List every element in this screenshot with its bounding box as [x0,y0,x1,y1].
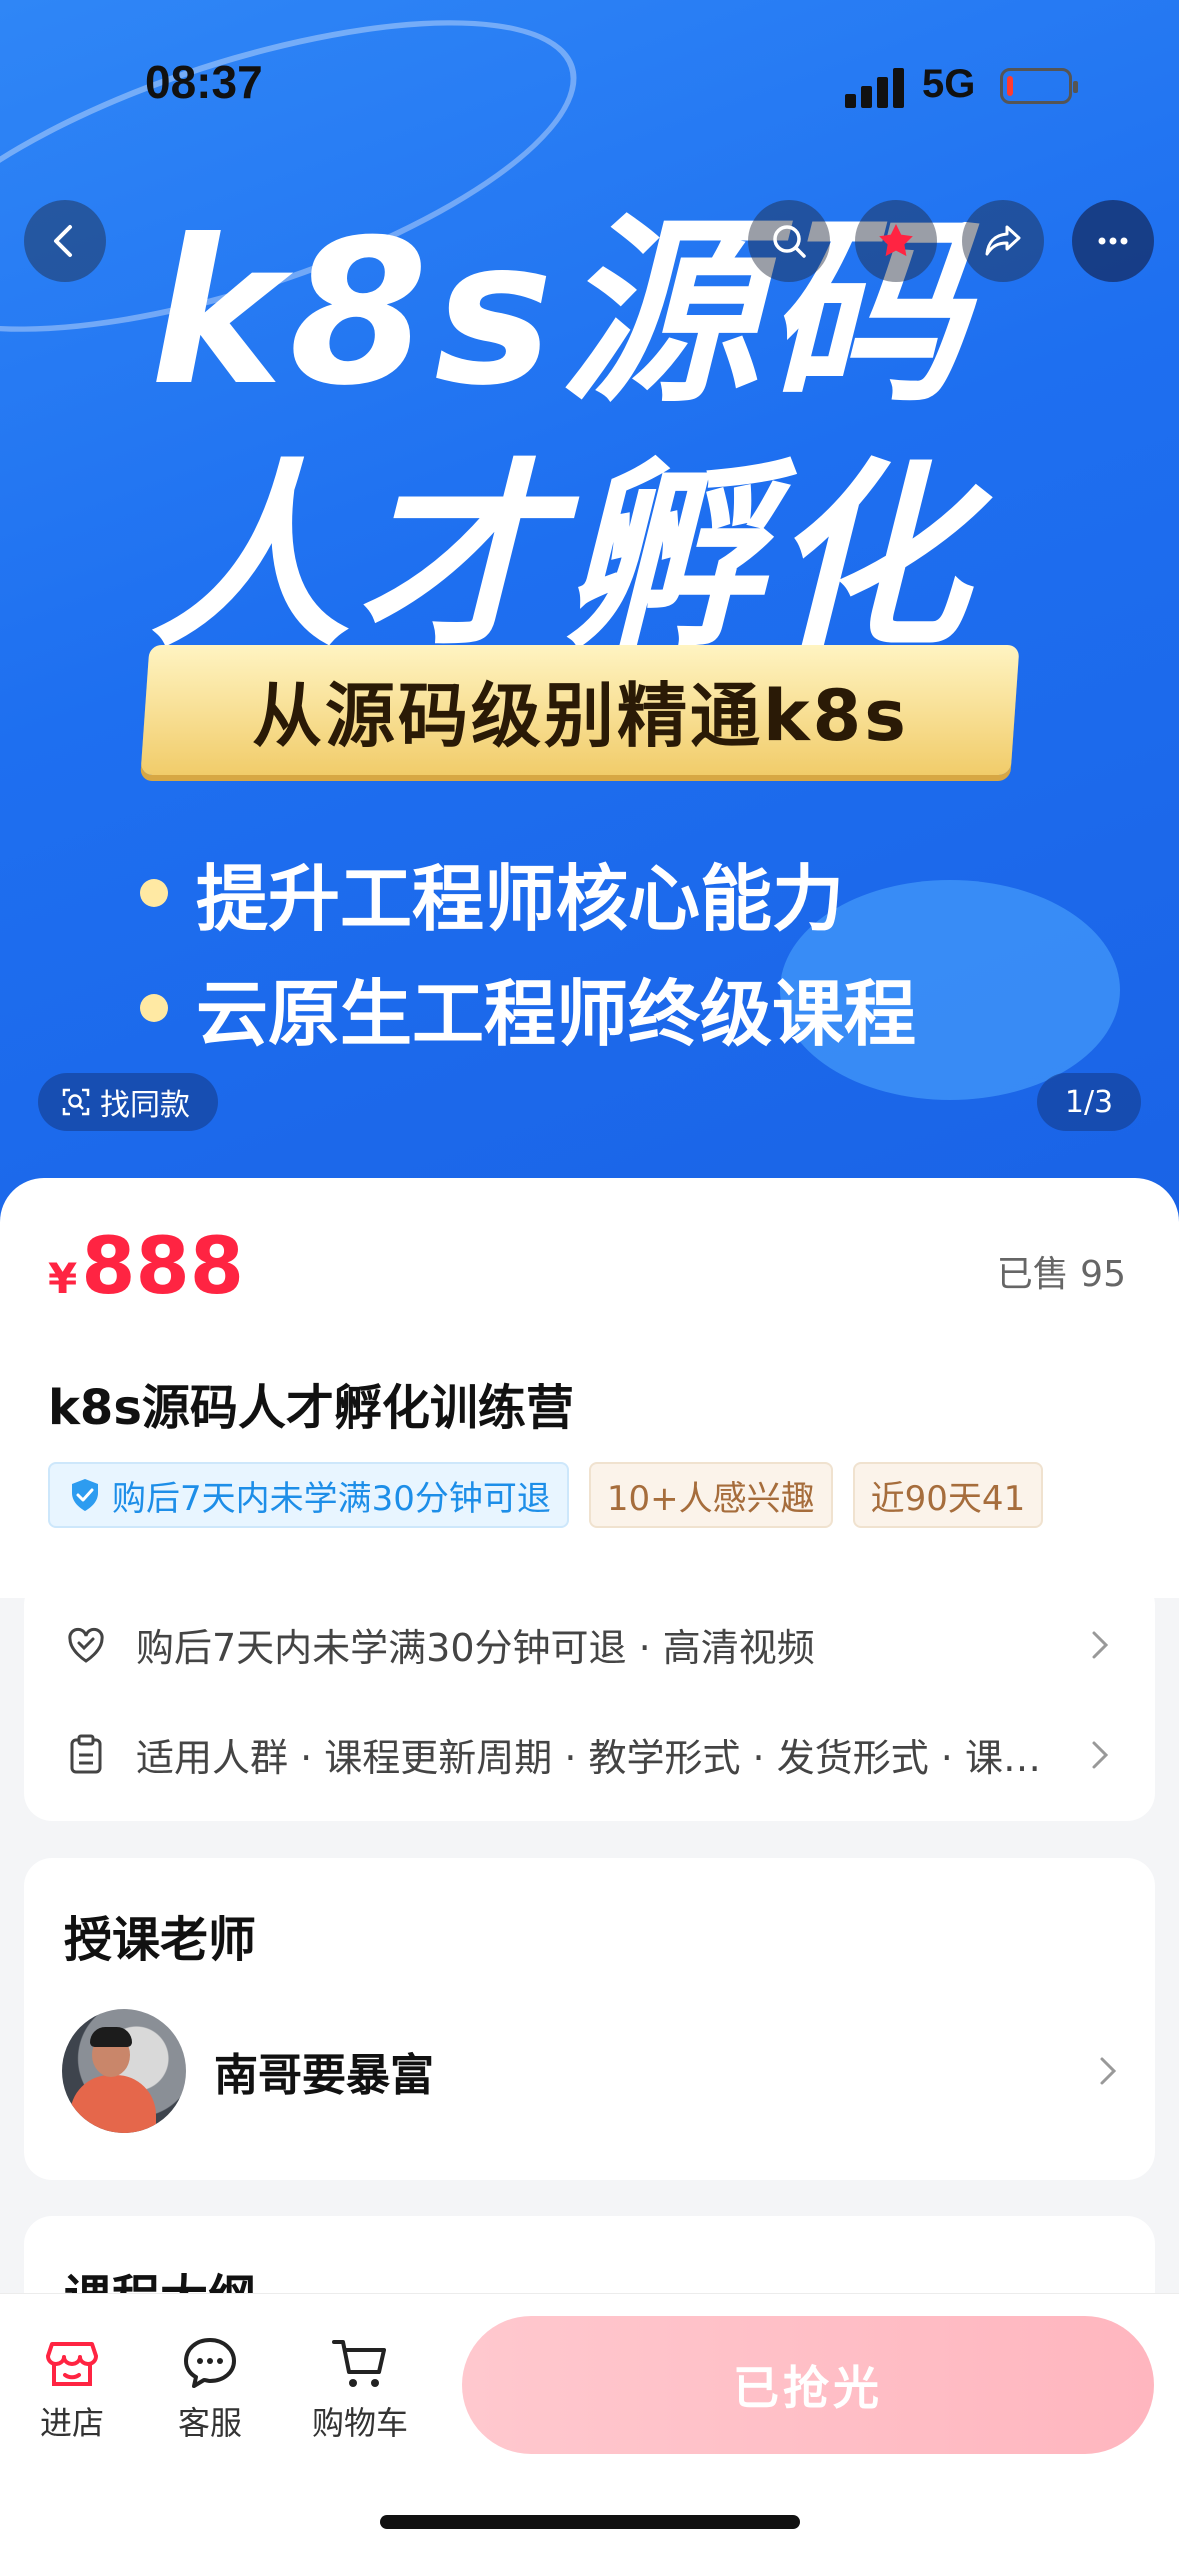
banner-highlight: 从源码级别精通k8s [140,645,1020,775]
home-indicator [380,2515,800,2529]
share-icon [985,225,1021,256]
banner-bullet-text: 提升工程师核心能力 [196,857,845,941]
bullet-dot [140,993,168,1022]
bullet-dot [140,878,168,907]
more-icon [1098,237,1128,245]
chat-bubble-icon [184,2338,236,2388]
interest-tag: 10+人感兴趣 [588,1462,833,1528]
banner-bullet: 提升工程师核心能力 [140,840,844,945]
store-label: 进店 [39,2404,104,2442]
favorite-star-icon [879,224,913,257]
product-image-banner[interactable]: k8s源码 人才孵化 从源码级别精通k8s 提升工程师核心能力 云原生工程师终级… [0,0,1179,1230]
teacher-card: 授课老师 南哥要暴富 [24,1858,1155,2180]
status-bar: 08:37 5G [0,0,1179,140]
refund-tag[interactable]: 购后7天内未学满30分钟可退 [48,1462,569,1528]
banner-highlight-text: 从源码级别精通k8s [251,674,909,757]
back-icon [54,225,72,257]
back-button[interactable] [24,200,106,282]
scan-search-icon [62,1088,90,1116]
teacher-avatar [62,2009,186,2133]
params-row[interactable]: 适用人群 · 课程更新周期 · 教学形式 · 发货形式 · 课程时长 [64,1727,1114,1782]
product-title: k8s源码人才孵化训练营 [48,1380,574,1436]
banner-bullet-text: 云原生工程师终级课程 [196,972,917,1056]
shopping-cart-icon [332,2340,386,2387]
status-time: 08:37 [145,56,263,108]
recent-sales-tag: 近90天41 [852,1462,1044,1528]
customer-service-label: 客服 [177,2404,242,2442]
chevron-right-icon [1092,1741,1109,1768]
image-page-counter: 1/3 [1037,1073,1141,1131]
clipboard-icon [70,1734,102,1773]
banner-bullet: 云原生工程师终级课程 [140,955,916,1060]
cart-label: 购物车 [311,2404,408,2442]
battery-icon [1000,68,1078,104]
product-tags: 购后7天内未学满30分钟可退 10+人感兴趣 近90天41 [48,1462,1130,1528]
teacher-section-title: 授课老师 [64,1912,257,1968]
sold-count: 已售 95 [996,1254,1126,1295]
favorite-button[interactable] [855,200,937,282]
find-same-button[interactable]: 找同款 [38,1073,218,1131]
heart-shield-icon [68,1627,104,1663]
network-type: 5G [922,62,976,106]
battery-level [1007,76,1013,96]
teacher-name: 南哥要暴富 [214,2050,434,2101]
price-value: 888 [81,1222,245,1312]
chevron-right-icon [1092,1631,1109,1658]
banner-headline-2: 人才孵化 [150,442,975,675]
refund-tag-text: 购后7天内未学满30分钟可退 [112,1478,551,1519]
guarantee-text: 购后7天内未学满30分钟可退 · 高清视频 [136,1626,815,1670]
service-card: 购后7天内未学满30分钟可退 · 高清视频 适用人群 · 课程更新周期 · 教学… [24,1577,1155,1821]
chevron-right-icon [1100,2057,1117,2085]
find-same-label: 找同款 [100,1088,190,1123]
params-text: 适用人群 · 课程更新周期 · 教学形式 · 发货形式 · 课程时长 [136,1736,1070,1780]
store-button[interactable]: 进店 [12,2334,132,2444]
cellular-signal-icon [845,68,907,108]
shield-check-icon [72,1479,98,1511]
store-icon [46,2342,98,2386]
teacher-row[interactable]: 南哥要暴富 [62,2008,1122,2134]
customer-service-button[interactable]: 客服 [150,2334,270,2444]
share-button[interactable] [962,200,1044,282]
price: ¥ 888 [48,1222,244,1312]
sold-out-button[interactable]: 已抢光 [462,2316,1154,2454]
more-button[interactable] [1072,200,1154,282]
search-button[interactable] [748,200,830,282]
guarantee-row[interactable]: 购后7天内未学满30分钟可退 · 高清视频 [64,1617,1114,1672]
search-icon [773,225,806,258]
price-currency: ¥ [48,1254,78,1303]
cart-button[interactable]: 购物车 [300,2334,420,2444]
